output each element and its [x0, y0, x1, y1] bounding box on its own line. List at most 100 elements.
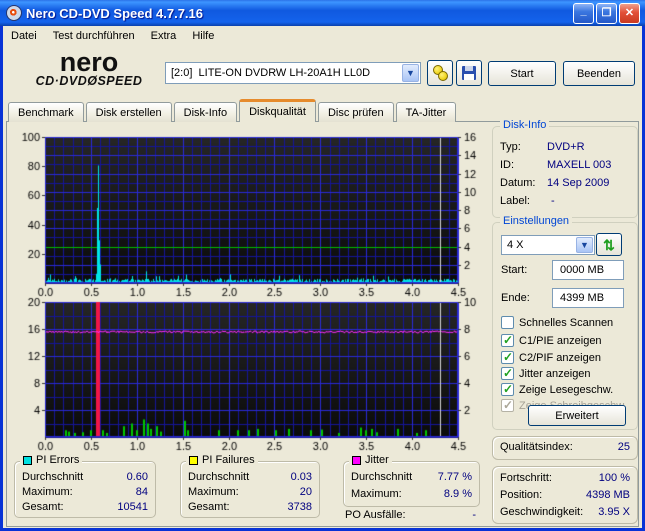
drive-selector[interactable]: [2:0] LITE-ON DVDRW LH-20A1H LL0D ▼: [165, 62, 421, 84]
progress-box: Fortschritt: 100 % Position: 4398 MB Gesch…: [492, 466, 638, 524]
pi-errors-stats: PI Errors Durchschnitt 0.60 Maximum: 84 Ge…: [14, 454, 156, 518]
stat-label: Durchschnitt: [188, 471, 250, 483]
start-field[interactable]: 0000 MB: [552, 260, 624, 280]
tab-disc-pruefen[interactable]: Disc prüfen: [317, 102, 394, 122]
stat-label: Gesamt:: [188, 501, 230, 513]
disk-info-title: Disk-Info: [500, 119, 550, 131]
stat-value: 10541: [117, 501, 148, 513]
po-failures-value: -: [472, 509, 476, 521]
stat-value: 8.9 %: [443, 488, 472, 500]
stat-label: Maximum:: [351, 488, 402, 500]
options-button[interactable]: [427, 60, 453, 86]
checkbox-jitter[interactable]: Jitter anzeigen: [501, 366, 591, 381]
stat-value: 7.77 %: [437, 471, 472, 483]
pi-errors-color-swatch: [23, 455, 32, 465]
stat-value: 0.60: [126, 471, 148, 483]
stat-value: 84: [135, 486, 148, 498]
menu-bar: Datei Test durchführen Extra Hilfe: [3, 26, 642, 46]
end-field-label: Ende:: [501, 292, 530, 304]
checkbox-label: Zeige Lesegeschw.: [519, 383, 614, 396]
checkbox-box: [501, 366, 514, 380]
start-button[interactable]: Start: [488, 61, 556, 86]
refresh-icon: ⇅: [603, 236, 615, 253]
checkbox-label: C1/PIE anzeigen: [519, 334, 602, 347]
menu-hilfe[interactable]: Hilfe: [184, 28, 222, 44]
speed-selector-value: 4 X: [507, 239, 524, 251]
tab-strip: Benchmark Disk erstellen Disk-Info Diskq…: [8, 99, 458, 122]
quality-index-box: Qualitätsindex: 25: [492, 436, 638, 460]
checkbox-c1-pie[interactable]: C1/PIE anzeigen: [501, 333, 602, 348]
pi-failures-stats: PI Failures Durchschnitt 0.03 Maximum: 20 …: [180, 454, 320, 518]
menu-extra[interactable]: Extra: [143, 28, 185, 44]
menu-datei[interactable]: Datei: [3, 28, 45, 44]
nero-logo: nero CD·DVDØSPEED: [13, 47, 165, 89]
app-window: Nero CD-DVD Speed 4.7.7.16 _ ❐ ✕ Datei T…: [0, 0, 645, 531]
pi-failures-color-swatch: [189, 455, 198, 465]
po-failures-label: PO Ausfälle:: [345, 509, 406, 521]
tab-disk-info[interactable]: Disk-Info: [173, 102, 238, 122]
quality-index-label: Qualitätsindex:: [500, 441, 573, 453]
speed-label: Geschwindigkeit:: [500, 506, 584, 518]
close-button[interactable]: ✕: [619, 3, 640, 24]
nero-logo-subtitle: CD·DVDØSPEED: [35, 74, 143, 88]
disk-id-label: ID:: [500, 159, 515, 171]
quality-index-value: 25: [617, 441, 630, 453]
tab-disk-erstellen[interactable]: Disk erstellen: [85, 102, 172, 122]
drive-selector-value: [2:0] LITE-ON DVDRW LH-20A1H LL0D: [171, 67, 371, 79]
jitter-stats: Jitter Durchschnitt 7.77 % Maximum: 8.9 %: [343, 454, 480, 507]
coins-icon: [432, 65, 448, 81]
nero-logo-wordmark: nero: [59, 47, 119, 77]
pi-errors-title: PI Errors: [36, 454, 80, 466]
title-bar[interactable]: Nero CD-DVD Speed 4.7.7.16 _ ❐ ✕: [0, 0, 645, 26]
advanced-button[interactable]: Erweitert: [528, 405, 626, 426]
stat-value: 3738: [287, 501, 312, 513]
pi-failures-title: PI Failures: [202, 454, 255, 466]
checkbox-lesegeschw[interactable]: Zeige Lesegeschw.: [501, 382, 613, 397]
stat-label: Maximum:: [22, 486, 73, 498]
menu-test-durchfuehren[interactable]: Test durchführen: [45, 28, 143, 44]
po-failures-row: PO Ausfälle: -: [343, 509, 480, 521]
stat-value: 20: [299, 486, 312, 498]
save-button[interactable]: [456, 60, 482, 86]
checkbox-schnelles-scannen[interactable]: Schnelles Scannen: [501, 315, 613, 330]
app-icon: [6, 5, 22, 21]
refresh-button[interactable]: ⇅: [596, 233, 622, 256]
tab-diskqualitaet[interactable]: Diskqualität: [239, 99, 316, 122]
disk-id-value: MAXELL 003: [547, 159, 612, 171]
speed-selector[interactable]: 4 X ▼: [501, 235, 595, 255]
checkbox-c2-pif[interactable]: C2/PIF anzeigen: [501, 350, 601, 365]
progress-label: Fortschritt:: [500, 472, 552, 484]
stat-label: Maximum:: [188, 486, 239, 498]
chevron-down-icon[interactable]: ▼: [576, 237, 593, 253]
position-value: 4398 MB: [585, 489, 630, 501]
jitter-color-swatch: [352, 455, 361, 465]
maximize-button[interactable]: ❐: [596, 3, 617, 24]
settings-group: Einstellungen 4 X ▼ ⇅ Start: 0000 MB End…: [492, 215, 638, 430]
speed-value: 3.95 X: [598, 506, 630, 518]
position-label: Position:: [500, 489, 543, 501]
floppy-disk-icon: [462, 66, 476, 80]
end-field[interactable]: 4399 MB: [552, 288, 624, 308]
checkbox-box: [501, 316, 514, 329]
disk-label-value: -: [551, 195, 555, 207]
progress-value: 100 %: [598, 472, 630, 484]
stat-value: 0.03: [290, 471, 312, 483]
chevron-down-icon[interactable]: ▼: [402, 64, 419, 82]
stat-label: Durchschnitt: [351, 471, 413, 483]
settings-title: Einstellungen: [500, 215, 573, 227]
minimize-button[interactable]: _: [573, 3, 594, 24]
checkbox-box: [501, 398, 514, 412]
checkbox-box: [501, 350, 514, 364]
stat-label: Gesamt:: [22, 501, 64, 513]
start-field-label: Start:: [501, 264, 528, 276]
tab-benchmark[interactable]: Benchmark: [8, 102, 84, 122]
tab-ta-jitter[interactable]: TA-Jitter: [395, 102, 457, 122]
checkbox-box: [501, 333, 514, 347]
checkbox-label: C2/PIF anzeigen: [519, 351, 601, 364]
checkbox-label: Schnelles Scannen: [519, 316, 614, 329]
quit-button[interactable]: Beenden: [563, 61, 635, 86]
stat-label: Durchschnitt: [22, 471, 84, 483]
disk-label-label: Label:: [500, 195, 530, 207]
jitter-title: Jitter: [365, 454, 389, 466]
checkbox-box: [501, 382, 514, 396]
